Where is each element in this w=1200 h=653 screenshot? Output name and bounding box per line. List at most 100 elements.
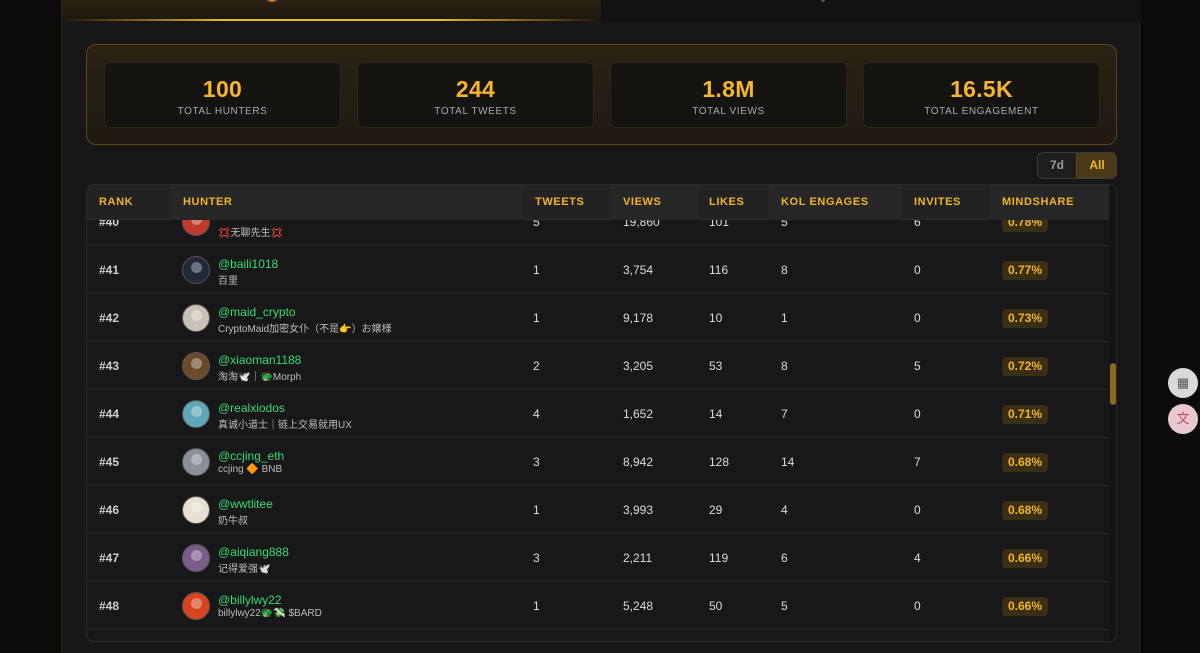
rank-cell: #41 (99, 263, 120, 277)
header-tweets[interactable]: TWEETS (523, 185, 613, 220)
mindshare-badge: 0.78% (1002, 220, 1049, 232)
table-row[interactable]: #45 @ccjing_eth ccjing 🔶 BNB 3 8,942 128… (87, 438, 1109, 486)
rank-cell: #44 (99, 407, 120, 421)
invites-cell: 0 (914, 599, 921, 613)
main-panel: 100 TOTAL HUNTERS 244 TOTAL TWEETS 1.8M … (61, 0, 1141, 653)
likes-cell: 10 (709, 311, 723, 325)
avatar[interactable] (182, 304, 210, 332)
hunter-handle-link[interactable]: @ccjing_eth (218, 449, 284, 463)
hunter-display-name: 百里 (218, 276, 238, 287)
avatar[interactable] (182, 448, 210, 476)
invites-cell: 7 (914, 455, 921, 469)
stat-total-hunters: 100 TOTAL HUNTERS (104, 62, 341, 128)
hunter-handle-link[interactable]: @baili1018 (218, 257, 278, 271)
tweets-cell: 5 (533, 220, 540, 229)
views-cell: 3,993 (623, 503, 654, 517)
hunter-display-name: 💢无聊先生💢 (218, 228, 283, 239)
header-invites[interactable]: INVITES (902, 185, 990, 220)
mindshare-badge: 0.66% (1002, 549, 1049, 568)
period-7d-button[interactable]: 7d (1038, 153, 1076, 178)
avatar[interactable] (182, 256, 210, 284)
views-cell: 2,211 (623, 551, 653, 565)
period-toggle: 7d All (1037, 152, 1117, 179)
views-cell: 9,178 (623, 311, 654, 325)
likes-cell: 14 (709, 407, 723, 421)
tab-secondary[interactable] (601, 0, 1141, 21)
likes-cell: 53 (709, 359, 723, 373)
page: 100 TOTAL HUNTERS 244 TOTAL TWEETS 1.8M … (0, 0, 1200, 653)
avatar[interactable] (182, 352, 210, 380)
rank-cell: #42 (99, 311, 120, 325)
stat-total-views: 1.8M TOTAL VIEWS (610, 62, 847, 128)
kol-engages-cell: 8 (781, 263, 788, 277)
invites-cell: 4 (914, 551, 921, 565)
hunter-handle-link[interactable]: @realxiodos (218, 401, 285, 415)
table-row[interactable]: #42 @maid_crypto CryptoMaid加密女仆（不是👉）お嬢様 … (87, 294, 1109, 342)
header-rank[interactable]: RANK (87, 185, 171, 220)
kol-engages-cell: 8 (781, 359, 788, 373)
likes-cell: 101 (709, 220, 730, 229)
stat-value: 100 (202, 76, 243, 102)
invites-cell: 0 (914, 263, 921, 277)
stat-total-tweets: 244 TOTAL TWEETS (357, 62, 594, 128)
table-row[interactable]: #41 @baili1018 百里 1 3,754 116 8 0 0.77% (87, 246, 1109, 294)
avatar[interactable] (182, 220, 210, 236)
view-tabs (62, 0, 1141, 21)
avatar[interactable] (182, 592, 210, 620)
kol-engages-cell: 5 (781, 599, 788, 613)
table-scrollbar[interactable] (1109, 185, 1116, 641)
table-row[interactable]: #44 @realxiodos 真诚小道士｜链上交易就用UX 4 1,652 1… (87, 390, 1109, 438)
rank-cell: #46 (99, 503, 120, 517)
hunter-display-name: CryptoMaid加密女仆（不是👉）お嬢様 (218, 324, 392, 335)
rank-cell: #40 (99, 220, 120, 229)
stat-value: 1.8M (702, 76, 755, 102)
stat-value: 16.5K (950, 76, 1013, 102)
table-body: #40 💢无聊先生💢 5 19,860 101 5 6 0.78% #41 @b… (87, 220, 1109, 641)
period-all-button[interactable]: All (1076, 153, 1116, 178)
rank-cell: #43 (99, 359, 120, 373)
hunter-handle-link[interactable]: @maid_crypto (218, 305, 296, 319)
stats-panel: 100 TOTAL HUNTERS 244 TOTAL TWEETS 1.8M … (86, 44, 1117, 145)
mindshare-badge: 0.68% (1002, 501, 1049, 520)
invites-cell: 0 (914, 311, 921, 325)
avatar[interactable] (182, 400, 210, 428)
header-kol-engages[interactable]: KOL ENGAGES (769, 185, 902, 220)
likes-cell: 119 (709, 551, 729, 565)
stat-label: TOTAL HUNTERS (177, 106, 268, 117)
tweets-cell: 1 (533, 311, 540, 325)
kol-engages-cell: 6 (781, 551, 788, 565)
translate-icon[interactable]: 文 (1168, 404, 1198, 434)
hunter-handle-link[interactable]: @aiqiang888 (218, 545, 289, 559)
likes-cell: 116 (709, 263, 729, 277)
mindshare-badge: 0.77% (1002, 261, 1049, 280)
hunter-handle-link[interactable]: @xiaoman1188 (218, 353, 301, 367)
table-row[interactable]: #48 @billylwy22 billylwy22🐲💸 $BARD 1 5,2… (87, 582, 1109, 630)
grid-icon[interactable]: ▦ (1168, 368, 1198, 398)
views-cell: 8,942 (623, 455, 654, 469)
table-row[interactable]: #47 @aiqiang888 记得爱强🕊️ 3 2,211 119 6 4 0… (87, 534, 1109, 582)
tweets-cell: 1 (533, 503, 540, 517)
mindshare-badge: 0.72% (1002, 357, 1049, 376)
stat-label: TOTAL VIEWS (692, 106, 765, 117)
leaderboard-table: RANK HUNTER TWEETS VIEWS LIKES KOL ENGAG… (86, 184, 1117, 642)
table-header: RANK HUNTER TWEETS VIEWS LIKES KOL ENGAG… (87, 185, 1109, 220)
tab-leaderboard[interactable] (62, 0, 601, 21)
scrollbar-thumb[interactable] (1110, 363, 1116, 405)
mindshare-badge: 0.73% (1002, 309, 1049, 328)
likes-cell: 29 (709, 503, 723, 517)
tweets-cell: 3 (533, 455, 540, 469)
hunter-handle-link[interactable]: @wwtlitee (218, 497, 273, 511)
mindshare-badge: 0.68% (1002, 453, 1049, 472)
header-hunter[interactable]: HUNTER (171, 185, 523, 220)
table-row[interactable]: #43 @xiaoman1188 淘淘🕊️｜🐲Morph 2 3,205 53 … (87, 342, 1109, 390)
header-mindshare[interactable]: MINDSHARE (990, 185, 1109, 220)
hunter-display-name: billylwy22🐲💸 $BARD (218, 608, 322, 619)
avatar[interactable] (182, 544, 210, 572)
table-row[interactable]: #46 @wwtlitee 奶牛叔 1 3,993 29 4 0 0.68% (87, 486, 1109, 534)
avatar[interactable] (182, 496, 210, 524)
table-row[interactable]: #40 💢无聊先生💢 5 19,860 101 5 6 0.78% (87, 220, 1109, 246)
hunter-handle-link[interactable]: @billylwy22 (218, 593, 282, 607)
header-likes[interactable]: LIKES (697, 185, 769, 220)
header-views[interactable]: VIEWS (611, 185, 699, 220)
likes-cell: 50 (709, 599, 723, 613)
